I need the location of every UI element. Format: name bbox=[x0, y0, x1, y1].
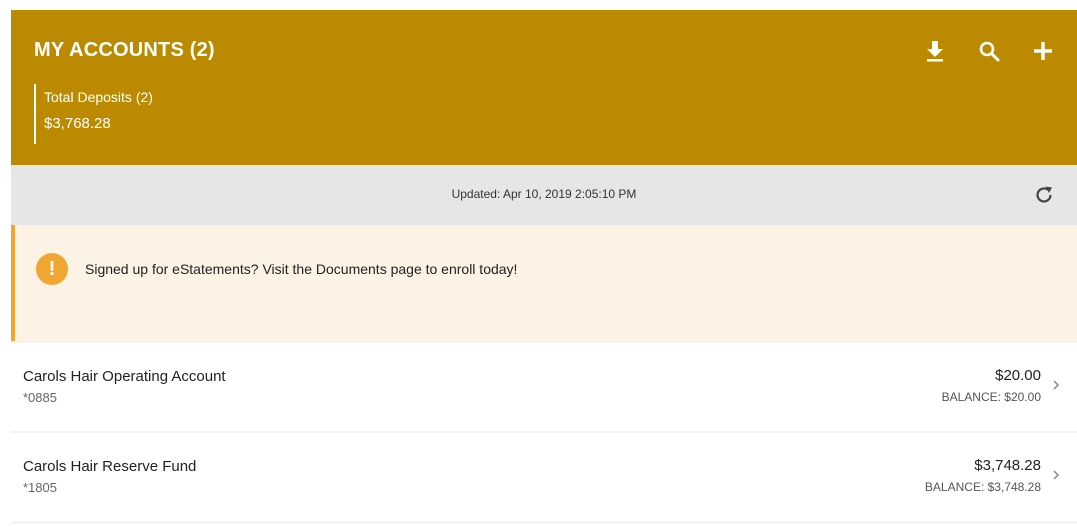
account-name: Carols Hair Reserve Fund bbox=[23, 458, 197, 475]
header-actions bbox=[921, 37, 1057, 65]
refresh-icon[interactable] bbox=[1031, 182, 1057, 208]
account-row[interactable]: Carols Hair Reserve Fund *1805 $3,748.28… bbox=[11, 433, 1077, 521]
total-deposits-amount: $3,768.28 bbox=[44, 115, 111, 132]
updated-status-bar: Updated: Apr 10, 2019 2:05:10 PM bbox=[11, 165, 1077, 225]
account-number: *0885 bbox=[23, 390, 57, 405]
account-available-amount: $3,748.28 bbox=[974, 457, 1041, 474]
account-number: *1805 bbox=[23, 480, 57, 495]
alert-message: Signed up for eStatements? Visit the Doc… bbox=[85, 261, 518, 277]
chevron-right-icon bbox=[1053, 380, 1060, 390]
accounts-panel: MY ACCOUNTS (2) Total Deposits (2) $3,76… bbox=[11, 10, 1077, 524]
plus-icon[interactable] bbox=[1029, 37, 1057, 65]
page-title: MY ACCOUNTS (2) bbox=[34, 39, 215, 61]
estatements-alert: ! Signed up for eStatements? Visit the D… bbox=[11, 225, 1077, 341]
account-name: Carols Hair Operating Account bbox=[23, 368, 226, 385]
warning-icon: ! bbox=[36, 253, 68, 285]
account-row[interactable]: Carols Hair Operating Account *0885 $20.… bbox=[11, 343, 1077, 431]
account-balance: BALANCE: $3,748.28 bbox=[924, 480, 1041, 494]
accounts-header: MY ACCOUNTS (2) Total Deposits (2) $3,76… bbox=[11, 10, 1077, 165]
total-deposits-label: Total Deposits (2) bbox=[44, 89, 153, 105]
account-available-amount: $20.00 bbox=[995, 367, 1041, 384]
updated-timestamp: Updated: Apr 10, 2019 2:05:10 PM bbox=[451, 187, 637, 201]
chevron-right-icon bbox=[1053, 470, 1060, 480]
account-balance: BALANCE: $20.00 bbox=[941, 390, 1041, 404]
download-icon[interactable] bbox=[921, 37, 949, 65]
total-deposits-summary: Total Deposits (2) $3,768.28 bbox=[34, 84, 153, 144]
search-icon[interactable] bbox=[975, 37, 1003, 65]
